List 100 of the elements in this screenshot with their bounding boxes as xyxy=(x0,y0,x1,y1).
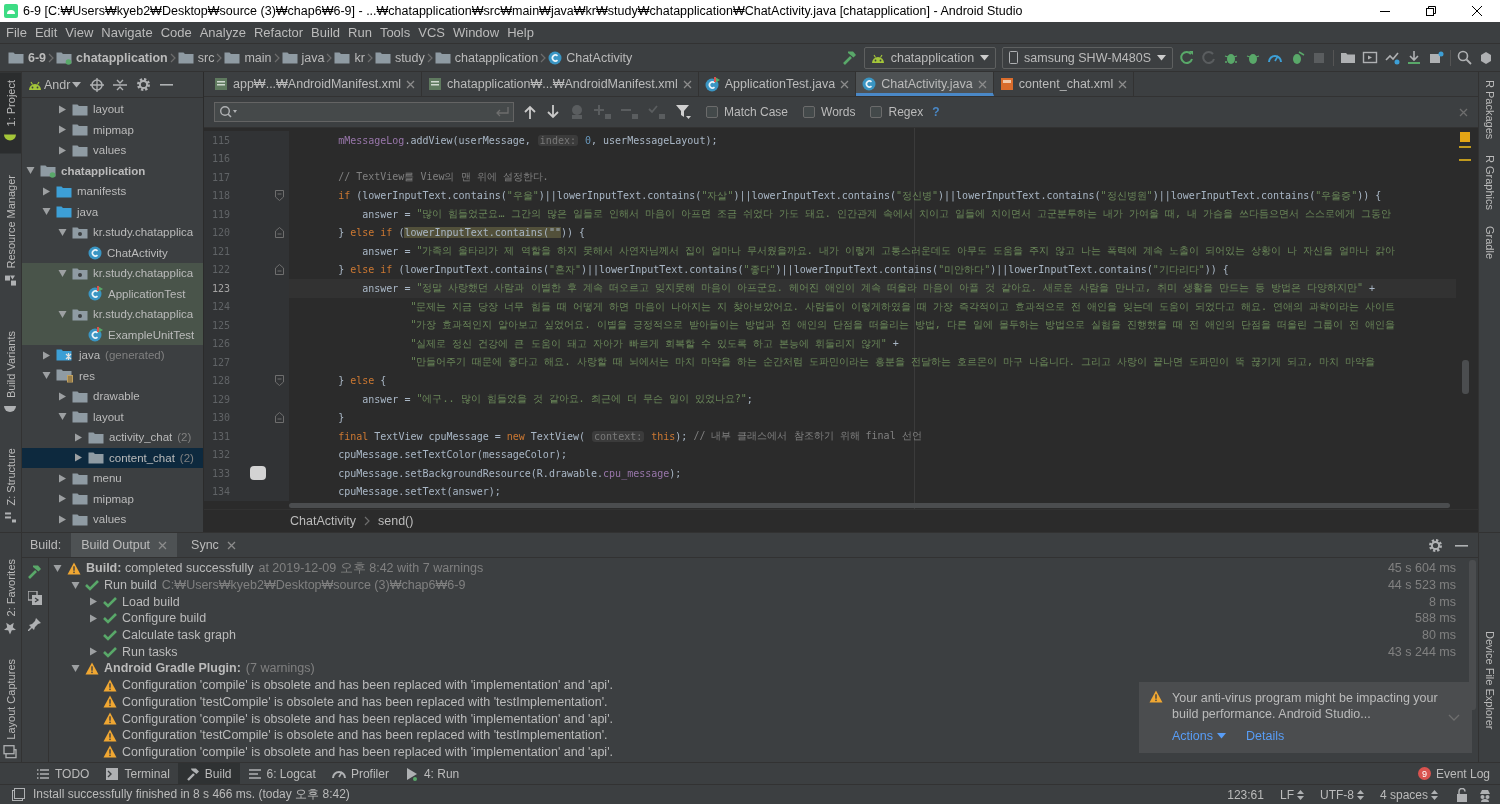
collapse-arrow-icon[interactable] xyxy=(53,563,62,573)
tree-item[interactable]: chatapplication xyxy=(22,160,203,181)
tool-window-tab[interactable]: 1: Project xyxy=(0,72,21,154)
expand-arrow-icon[interactable] xyxy=(42,350,51,360)
tool-window-tab[interactable]: Build xyxy=(177,763,240,784)
close-icon[interactable] xyxy=(226,540,236,550)
status-dropdown[interactable]: LF xyxy=(1275,787,1308,802)
tree-item[interactable]: java (generated) xyxy=(22,345,203,366)
expand-arrow-icon[interactable] xyxy=(89,613,98,623)
tool-window-tab[interactable]: Profiler xyxy=(323,763,397,784)
tool-window-tab[interactable]: Build Variants xyxy=(0,323,21,426)
menubar-title[interactable]: Analyze xyxy=(195,25,250,40)
menubar-title[interactable]: Run xyxy=(344,25,376,40)
tree-item[interactable]: java xyxy=(22,201,203,222)
menubar-title[interactable]: Code xyxy=(156,25,196,40)
scrollbar-thumb[interactable] xyxy=(289,503,1450,508)
run-config-dropdown[interactable]: chatapplication xyxy=(863,46,997,69)
tree-item[interactable]: kr.study.chatapplica xyxy=(22,304,203,325)
search-icon[interactable] xyxy=(1457,50,1472,65)
tree-item[interactable]: values xyxy=(22,509,203,530)
action-link[interactable]: Details xyxy=(1246,729,1285,743)
expand-arrow-icon[interactable] xyxy=(89,597,98,607)
filter-icon[interactable] xyxy=(675,104,691,120)
collapse-arrow-icon[interactable] xyxy=(58,227,67,237)
build-tree-item[interactable]: Build: completed successfully at 2019-12-09 오후 8:42 with 7 warnings 45 s 604 ms xyxy=(49,560,1468,577)
menubar-title[interactable]: VCS xyxy=(414,25,449,40)
hammer-icon[interactable] xyxy=(841,50,858,65)
close-icon[interactable] xyxy=(977,79,987,89)
breadcrumb-item[interactable]: chatapplication xyxy=(432,50,541,65)
search-field[interactable] xyxy=(214,102,514,122)
editor-tab[interactable]: content_chat.xml xyxy=(993,72,1135,96)
expand-arrow-icon[interactable] xyxy=(58,145,67,155)
action-link[interactable]: Actions xyxy=(1172,729,1226,743)
box-icon[interactable] xyxy=(1478,49,1494,66)
updown-icon[interactable] xyxy=(1356,789,1364,800)
checkbox[interactable]: Regex xyxy=(870,105,924,119)
collapse-arrow-icon[interactable] xyxy=(58,268,67,278)
collapse-all-icon[interactable] xyxy=(113,77,128,92)
tool-window-tab[interactable]: 6: Logcat xyxy=(239,763,324,784)
expand-arrow-icon[interactable] xyxy=(74,453,83,463)
console-icon[interactable] xyxy=(28,591,42,605)
down-arrow-icon[interactable] xyxy=(546,105,560,119)
inspector-icon[interactable] xyxy=(1478,787,1492,802)
collapse-arrow-icon[interactable] xyxy=(71,663,80,673)
build-tree-item[interactable]: Configure build 588 ms xyxy=(49,610,1468,627)
expand-arrow-icon[interactable] xyxy=(58,125,67,135)
tree-item[interactable]: ExampleUnitTest xyxy=(22,324,203,345)
expand-arrow-icon[interactable] xyxy=(42,186,51,196)
tool-window-tab[interactable]: TODO xyxy=(28,763,98,784)
breadcrumb-item[interactable]: src xyxy=(175,50,217,65)
menubar-title[interactable]: Refactor xyxy=(249,25,308,40)
tree-item[interactable]: mipmap xyxy=(22,488,203,509)
locate-icon[interactable] xyxy=(90,77,105,92)
breadcrumb-item[interactable]: ChatActivity xyxy=(546,50,635,65)
view-dropdown[interactable]: Andr xyxy=(28,77,82,92)
breadcrumb-item[interactable]: java xyxy=(279,50,327,65)
close-icon[interactable] xyxy=(1459,107,1468,117)
box-icon[interactable] xyxy=(1428,49,1444,66)
build-tree-item[interactable]: Load build 8 ms xyxy=(49,593,1468,611)
close-icon[interactable] xyxy=(406,79,416,89)
expand-arrow-icon[interactable] xyxy=(58,494,67,504)
collapse-arrow-icon[interactable] xyxy=(58,412,67,422)
editor-tab[interactable]: chatapplication₩...₩AndroidManifest.xml xyxy=(422,72,699,96)
checkbox[interactable]: Words xyxy=(803,105,856,119)
checkbox[interactable]: Match Case xyxy=(706,105,789,119)
tree-item[interactable]: values xyxy=(22,140,203,161)
menubar-title[interactable]: Build xyxy=(307,25,344,40)
tree-item[interactable]: activity_chat (2) xyxy=(22,427,203,448)
tree-item[interactable]: kr.study.chatapplica xyxy=(22,222,203,243)
build-tree-item[interactable]: Run tasks 43 s 244 ms xyxy=(49,643,1468,661)
pin-icon[interactable] xyxy=(28,617,42,631)
collapse-arrow-icon[interactable] xyxy=(71,580,80,590)
panel-tab[interactable]: Build Output xyxy=(71,533,178,557)
updown-icon[interactable] xyxy=(1296,789,1304,800)
editor-tab[interactable]: app₩...₩AndroidManifest.xml xyxy=(208,72,423,96)
menubar-title[interactable]: View xyxy=(61,25,98,40)
collapse-arrow-icon[interactable] xyxy=(58,309,67,319)
editor-tab[interactable]: ChatActivity.java xyxy=(856,72,994,96)
tool-window-tab[interactable]: 4: Run xyxy=(396,763,468,784)
scrollbar-thumb[interactable] xyxy=(1462,360,1469,394)
collapse-arrow-icon[interactable] xyxy=(42,207,51,217)
menubar-title[interactable]: Edit xyxy=(30,25,62,40)
close-icon[interactable] xyxy=(682,79,692,89)
breadcrumb-item[interactable]: send() xyxy=(378,514,414,528)
caret-icon[interactable] xyxy=(1217,733,1226,739)
expand-arrow-icon[interactable] xyxy=(58,104,67,114)
tree-item[interactable]: mipmap xyxy=(22,119,203,140)
help-link[interactable]: ? xyxy=(932,105,940,119)
breadcrumb-item[interactable]: study xyxy=(372,50,427,65)
expand-arrow-icon[interactable] xyxy=(58,473,67,483)
tree-item[interactable]: content_chat (2) xyxy=(22,447,203,468)
settings-icon[interactable] xyxy=(1428,537,1443,553)
breadcrumb-item[interactable]: main xyxy=(222,50,274,65)
cursor-position[interactable]: 123:61 xyxy=(1223,787,1268,802)
tool-window-tab[interactable]: Resource Manager xyxy=(0,167,21,297)
tree-item[interactable]: ChatActivity xyxy=(22,242,203,263)
tool-window-tab[interactable]: Device File Explorer xyxy=(1479,623,1500,738)
hammer-icon[interactable] xyxy=(27,564,43,579)
tree-item[interactable]: ApplicationTest xyxy=(22,283,203,304)
caret-icon[interactable] xyxy=(72,81,82,88)
